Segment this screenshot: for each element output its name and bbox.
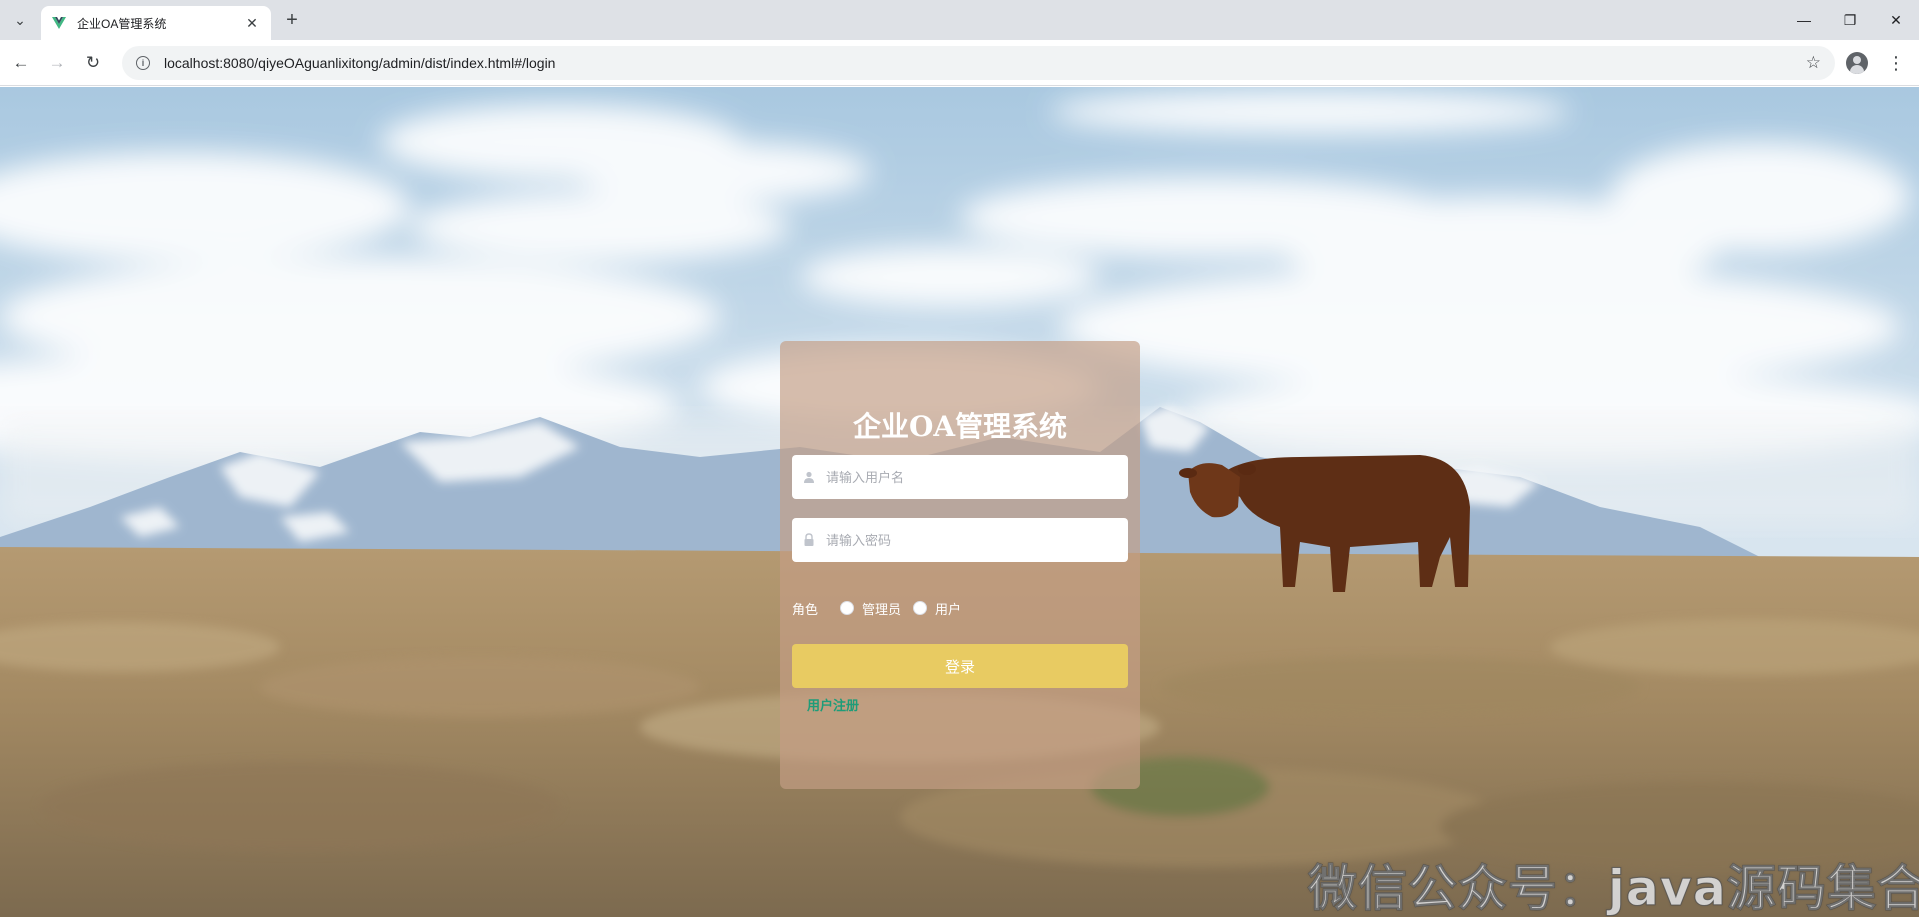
profile-icon[interactable] [1846, 52, 1868, 74]
tab-strip: ⌄ 企业OA管理系统 ✕ + — ❐ ✕ [0, 0, 1919, 40]
login-card: 企业OA管理系统 角色 管理员 用户 [780, 341, 1140, 789]
star-icon[interactable]: ☆ [1806, 53, 1821, 73]
address-bar[interactable]: i localhost:8080/qiyeOAguanlixitong/admi… [122, 46, 1835, 80]
browser-toolbar: ← → ↻ i localhost:8080/qiyeOAguanlixiton… [0, 40, 1919, 86]
minimize-icon[interactable]: — [1781, 0, 1827, 40]
role-option-label[interactable]: 管理员 [862, 599, 901, 618]
close-icon[interactable]: ✕ [243, 14, 261, 32]
more-vert-icon[interactable]: ⋮ [1886, 48, 1906, 78]
browser-tab[interactable]: 企业OA管理系统 ✕ [41, 6, 271, 40]
watermark: 微信公众号：java源码集合 [1308, 860, 1919, 917]
login-title: 企业OA管理系统 [852, 410, 1068, 443]
url-text[interactable]: localhost:8080/qiyeOAguanlixitong/admin/… [164, 55, 1806, 71]
tab-title: 企业OA管理系统 [77, 16, 167, 31]
role-option-label[interactable]: 用户 [935, 599, 961, 618]
plus-icon[interactable]: + [280, 8, 304, 32]
restore-icon[interactable]: ❐ [1827, 0, 1873, 40]
arrow-right-icon[interactable]: → [42, 48, 72, 78]
password-field[interactable] [792, 518, 1128, 562]
chevron-down-icon[interactable]: ⌄ [8, 8, 32, 32]
login-button[interactable]: 登录 [792, 644, 1128, 688]
user-icon [804, 471, 814, 483]
radio-circle-icon[interactable] [840, 601, 854, 615]
login-page: 企业OA管理系统 角色 管理员 用户 [0, 87, 1919, 917]
lock-icon [804, 533, 814, 546]
role-selector: 角色 管理员 用户 [792, 596, 1128, 620]
arrow-left-icon[interactable]: ← [6, 48, 36, 78]
role-radio-admin[interactable]: 管理员 [840, 599, 901, 618]
role-radio-user[interactable]: 用户 [913, 599, 961, 618]
register-link[interactable]: 用户注册 [807, 695, 859, 714]
username-input[interactable] [826, 469, 1116, 485]
radio-circle-icon[interactable] [913, 601, 928, 615]
info-icon[interactable]: i [136, 56, 150, 70]
username-field[interactable] [792, 455, 1128, 499]
vue-logo-icon [52, 17, 66, 29]
window-close-icon[interactable]: ✕ [1873, 0, 1919, 40]
role-label: 角色 [792, 601, 819, 617]
password-input[interactable] [826, 532, 1116, 548]
reload-icon[interactable]: ↻ [78, 48, 108, 78]
